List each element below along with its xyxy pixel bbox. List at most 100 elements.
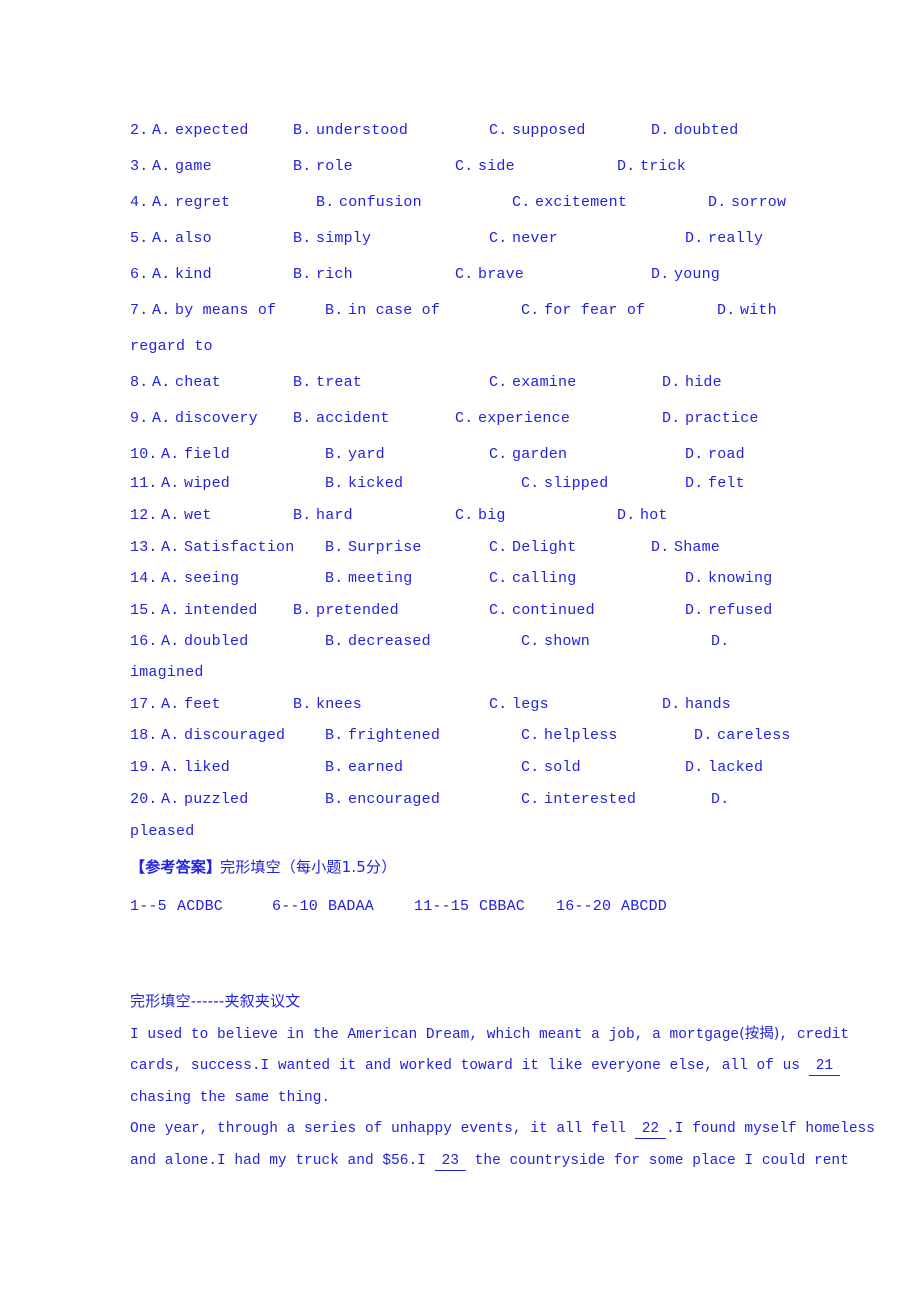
question-15-option-d-text[interactable]: refused [708, 603, 772, 618]
question-10-option-d-letter[interactable]: D. [685, 447, 703, 462]
question-15-option-c-text[interactable]: continued [512, 603, 595, 618]
question-4-option-c-text[interactable]: excitement [535, 195, 627, 210]
question-12-option-d-text[interactable]: hot [640, 508, 668, 523]
question-10-option-c-text[interactable]: garden [512, 447, 567, 462]
question-2-option-c-letter[interactable]: C. [489, 123, 507, 138]
question-6-option-c-letter[interactable]: C. [455, 267, 473, 282]
question-17-option-a-letter[interactable]: A. [161, 697, 179, 712]
question-20-option-d-letter[interactable]: D. [711, 792, 729, 807]
question-17-option-b-letter[interactable]: B. [293, 697, 311, 712]
question-8-option-d-text[interactable]: hide [685, 375, 722, 390]
question-16-option-a-letter[interactable]: A. [161, 634, 179, 649]
question-10-option-b-letter[interactable]: B. [325, 447, 343, 462]
question-8-option-a-text[interactable]: cheat [175, 375, 221, 390]
question-16-option-c-text[interactable]: shown [544, 634, 590, 649]
question-9-option-a-letter[interactable]: A. [152, 411, 170, 426]
question-6-option-a-text[interactable]: kind [175, 267, 212, 282]
question-19-option-d-letter[interactable]: D. [685, 760, 703, 775]
question-3-option-d-letter[interactable]: D. [617, 159, 635, 174]
question-20-option-c-letter[interactable]: C. [521, 792, 539, 807]
question-11-option-a-text[interactable]: wiped [184, 476, 230, 491]
question-2-option-d-text[interactable]: doubted [674, 123, 738, 138]
question-15-option-d-letter[interactable]: D. [685, 603, 703, 618]
question-13-option-c-text[interactable]: Delight [512, 540, 576, 555]
question-7-option-b-letter[interactable]: B. [325, 303, 343, 318]
question-15-option-c-letter[interactable]: C. [489, 603, 507, 618]
question-18-option-b-text[interactable]: frightened [348, 728, 440, 743]
question-11-option-a-letter[interactable]: A. [161, 476, 179, 491]
question-4-option-d-letter[interactable]: D. [708, 195, 726, 210]
question-2-option-a-letter[interactable]: A. [152, 123, 170, 138]
question-12-option-a-text[interactable]: wet [184, 508, 212, 523]
question-18-option-c-text[interactable]: helpless [544, 728, 618, 743]
question-7-option-d-letter[interactable]: D. [717, 303, 735, 318]
question-17-option-c-letter[interactable]: C. [489, 697, 507, 712]
question-12-option-b-text[interactable]: hard [316, 508, 353, 523]
question-14-option-d-letter[interactable]: D. [685, 571, 703, 586]
question-10-option-b-text[interactable]: yard [348, 447, 385, 462]
question-19-option-b-letter[interactable]: B. [325, 760, 343, 775]
question-4-option-b-letter[interactable]: B. [316, 195, 334, 210]
question-2-option-a-text[interactable]: expected [175, 123, 249, 138]
question-7-option-c-text[interactable]: for fear of [544, 303, 645, 318]
question-3-option-d-text[interactable]: trick [640, 159, 686, 174]
question-13-option-d-letter[interactable]: D. [651, 540, 669, 555]
question-10-option-a-letter[interactable]: A. [161, 447, 179, 462]
question-9-option-d-letter[interactable]: D. [662, 411, 680, 426]
question-7-option-b-text[interactable]: in case of [348, 303, 440, 318]
question-17-option-b-text[interactable]: knees [316, 697, 362, 712]
question-4-option-a-letter[interactable]: A. [152, 195, 170, 210]
blank-23[interactable]: 23 [434, 1154, 466, 1171]
question-13-option-d-text[interactable]: Shame [674, 540, 720, 555]
question-14-option-d-text[interactable]: knowing [708, 571, 772, 586]
question-2-option-b-text[interactable]: understood [316, 123, 408, 138]
question-6-option-b-text[interactable]: rich [316, 267, 353, 282]
question-6-option-c-text[interactable]: brave [478, 267, 524, 282]
question-5-option-d-text[interactable]: really [708, 231, 763, 246]
question-5-option-a-text[interactable]: also [175, 231, 212, 246]
question-8-option-b-letter[interactable]: B. [293, 375, 311, 390]
question-4-option-a-text[interactable]: regret [175, 195, 230, 210]
question-15-option-a-text[interactable]: intended [184, 603, 258, 618]
question-5-option-a-letter[interactable]: A. [152, 231, 170, 246]
question-14-option-b-letter[interactable]: B. [325, 571, 343, 586]
question-2-option-c-text[interactable]: supposed [512, 123, 586, 138]
blank-21[interactable]: 21 [808, 1059, 841, 1076]
question-10-option-d-text[interactable]: road [708, 447, 745, 462]
question-17-option-a-text[interactable]: feet [184, 697, 221, 712]
question-19-option-a-text[interactable]: liked [184, 760, 230, 775]
question-10-option-c-letter[interactable]: C. [489, 447, 507, 462]
question-13-option-b-text[interactable]: Surprise [348, 540, 422, 555]
question-13-option-c-letter[interactable]: C. [489, 540, 507, 555]
question-17-option-d-letter[interactable]: D. [662, 697, 680, 712]
question-20-option-c-text[interactable]: interested [544, 792, 636, 807]
question-5-option-c-letter[interactable]: C. [489, 231, 507, 246]
question-14-option-b-text[interactable]: meeting [348, 571, 412, 586]
question-6-option-d-letter[interactable]: D. [651, 267, 669, 282]
question-6-option-b-letter[interactable]: B. [293, 267, 311, 282]
question-19-option-c-text[interactable]: sold [544, 760, 581, 775]
question-13-option-a-text[interactable]: Satisfaction [184, 540, 294, 555]
question-12-option-b-letter[interactable]: B. [293, 508, 311, 523]
question-12-option-d-letter[interactable]: D. [617, 508, 635, 523]
question-5-option-c-text[interactable]: never [512, 231, 558, 246]
question-8-option-c-letter[interactable]: C. [489, 375, 507, 390]
question-11-option-d-letter[interactable]: D. [685, 476, 703, 491]
question-9-option-c-letter[interactable]: C. [455, 411, 473, 426]
question-9-option-c-text[interactable]: experience [478, 411, 570, 426]
question-11-option-b-text[interactable]: kicked [348, 476, 403, 491]
question-11-option-c-text[interactable]: slipped [544, 476, 608, 491]
question-16-option-b-text[interactable]: decreased [348, 634, 431, 649]
question-16-option-c-letter[interactable]: C. [521, 634, 539, 649]
question-3-option-b-text[interactable]: role [316, 159, 353, 174]
question-9-option-b-letter[interactable]: B. [293, 411, 311, 426]
question-18-option-d-text[interactable]: careless [717, 728, 791, 743]
question-5-option-b-letter[interactable]: B. [293, 231, 311, 246]
question-4-option-c-letter[interactable]: C. [512, 195, 530, 210]
question-2-option-b-letter[interactable]: B. [293, 123, 311, 138]
question-3-option-b-letter[interactable]: B. [293, 159, 311, 174]
question-11-option-c-letter[interactable]: C. [521, 476, 539, 491]
question-19-option-b-text[interactable]: earned [348, 760, 403, 775]
question-8-option-c-text[interactable]: examine [512, 375, 576, 390]
question-14-option-a-text[interactable]: seeing [184, 571, 239, 586]
